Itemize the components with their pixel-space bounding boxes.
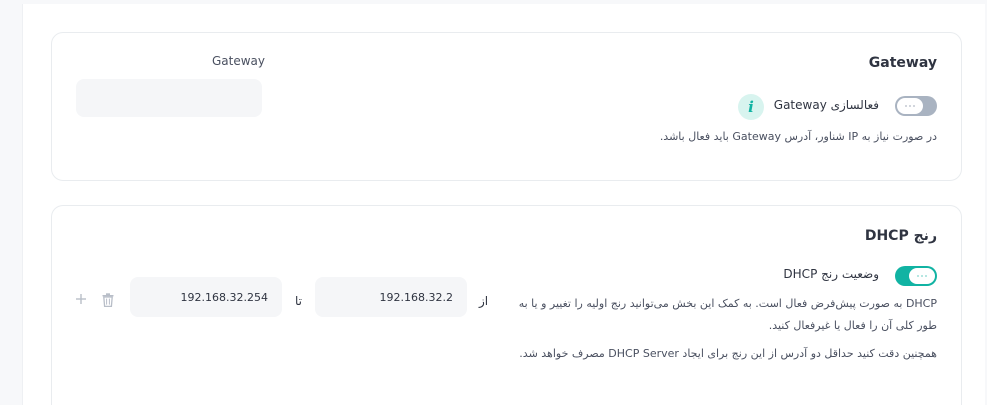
dhcp-title: رنج DHCP (864, 228, 937, 244)
gateway-toggle-label: فعالسازی Gateway (773, 98, 879, 112)
dhcp-toggle-label: وضعیت رنج DHCP (783, 267, 879, 281)
gateway-title: Gateway (868, 55, 937, 71)
dhcp-description-2: همچنین دقت کنید حداقل دو آدرس از این رنج… (519, 347, 937, 360)
gateway-input[interactable] (76, 79, 262, 117)
range-from-input[interactable] (315, 277, 467, 317)
settings-panel: Gateway فعالسازی Gateway i در صورت نیاز … (22, 4, 985, 405)
trash-icon[interactable] (100, 292, 116, 308)
to-label: تا (295, 294, 302, 308)
gateway-description: در صورت نیاز به IP شناور، آدرس Gateway ب… (659, 130, 937, 143)
toggle-knob (897, 98, 923, 114)
gateway-field-label: Gateway (212, 54, 266, 68)
toggle-knob (909, 268, 935, 284)
dhcp-card: رنج DHCP وضعیت رنج DHCP DHCP به صورت پیش… (51, 205, 962, 405)
page: Gateway فعالسازی Gateway i در صورت نیاز … (0, 0, 987, 405)
dhcp-toggle[interactable] (895, 266, 937, 286)
plus-icon[interactable] (73, 291, 89, 307)
dhcp-description-1: DHCP به صورت پیش‌فرض فعال است. به کمک ای… (518, 297, 937, 332)
gateway-toggle[interactable] (895, 96, 937, 116)
from-label: از (479, 294, 489, 308)
gateway-card: Gateway فعالسازی Gateway i در صورت نیاز … (51, 32, 962, 181)
range-to-input[interactable] (130, 277, 282, 317)
info-icon[interactable]: i (738, 94, 764, 120)
